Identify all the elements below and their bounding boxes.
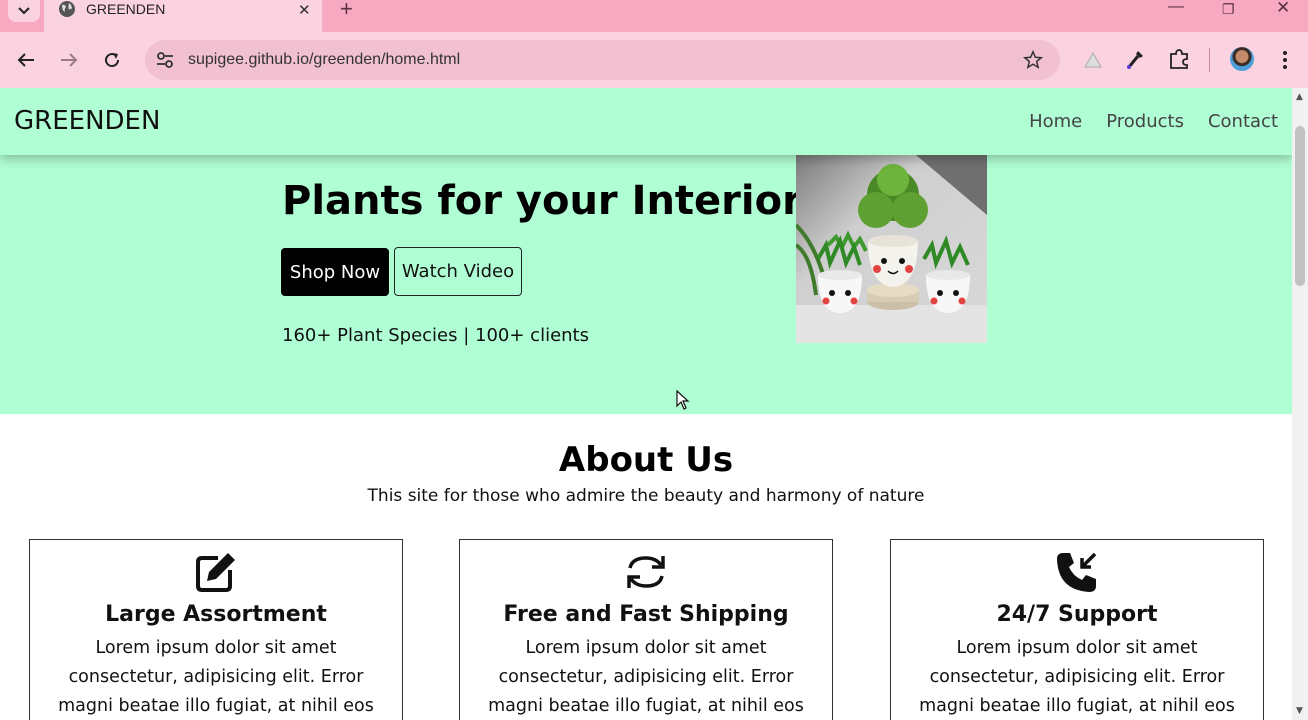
restore-button[interactable]: ❐ [1222,1,1235,18]
toolbar-divider [1209,48,1210,72]
new-tab-button[interactable]: + [340,0,353,22]
feature-card: Free and Fast Shipping Lorem ipsum dolor… [459,539,833,720]
mouse-cursor-icon [676,390,690,410]
scroll-up-arrow-icon[interactable]: ▲ [1296,92,1303,102]
pencil-square-icon [196,553,235,592]
page-viewport: Plants for your Interior Shop Now Watch … [0,88,1292,720]
nav-products-link[interactable]: Products [1106,111,1184,132]
phone-incoming-icon [1057,552,1097,592]
about-title: About Us [558,440,734,480]
extensions-puzzle-icon[interactable] [1168,48,1190,70]
feature-card: 24/7 Support Lorem ipsum dolor sit amet … [890,539,1264,720]
shop-now-button[interactable]: Shop Now [281,248,389,296]
browser-toolbar: supigee.github.io/greenden/home.html [0,32,1308,88]
window-close-button[interactable]: ✕ [1276,0,1290,18]
card-title: Free and Fast Shipping [503,602,789,627]
bookmark-star-icon[interactable] [1022,49,1044,71]
hero-stats: 160+ Plant Species | 100+ clients [282,325,589,346]
reload-button[interactable] [98,46,126,74]
globe-icon [59,1,75,17]
about-subtitle: This site for those who admire the beaut… [367,486,925,506]
card-title: 24/7 Support [996,602,1158,627]
tab-title: GREENDEN [86,1,166,17]
browser-tab-bar: GREENDEN ✕ + — ❐ ✕ [0,0,1308,32]
eyedropper-icon[interactable] [1126,48,1146,70]
chevron-down-icon [18,7,30,15]
profile-avatar[interactable] [1230,47,1254,71]
card-title: Large Assortment [105,602,327,627]
address-bar[interactable]: supigee.github.io/greenden/home.html [145,40,1060,80]
arrow-left-icon [17,53,34,67]
forward-button[interactable] [55,46,83,74]
scroll-down-arrow-icon[interactable]: ▼ [1296,706,1303,716]
watch-video-button[interactable]: Watch Video [394,247,522,296]
hero-plant-image [796,155,987,343]
tab-close-icon[interactable]: ✕ [298,1,311,19]
nav-contact-link[interactable]: Contact [1208,111,1278,132]
scrollbar-thumb[interactable] [1295,126,1305,286]
arrow-right-icon [61,53,78,67]
feature-card: Large Assortment Lorem ipsum dolor sit a… [29,539,403,720]
reload-icon [105,53,120,68]
menu-dots-icon[interactable] [1282,50,1288,70]
nav-home-link[interactable]: Home [1029,111,1082,132]
card-text: Lorem ipsum dolor sit amet consectetur, … [488,638,804,716]
tab-search-button[interactable] [8,0,40,22]
card-text: Lorem ipsum dolor sit amet consectetur, … [919,638,1235,716]
card-text: Lorem ipsum dolor sit amet consectetur, … [58,638,374,716]
back-button[interactable] [12,46,40,74]
refresh-arrows-icon [627,556,665,588]
extension-triangle-icon[interactable] [1084,52,1102,68]
site-settings-icon [157,52,173,68]
site-navbar: GREENDEN Home Products Contact [0,88,1292,155]
page-scrollbar[interactable]: ▲ ▼ [1292,88,1308,720]
nav-links: Home Products Contact [1029,111,1278,132]
site-brand[interactable]: GREENDEN [14,106,160,136]
url-text: supigee.github.io/greenden/home.html [188,51,461,68]
hero-title: Plants for your Interior [282,178,802,224]
active-tab[interactable]: GREENDEN ✕ [44,0,322,32]
minimize-button[interactable]: — [1168,0,1184,16]
